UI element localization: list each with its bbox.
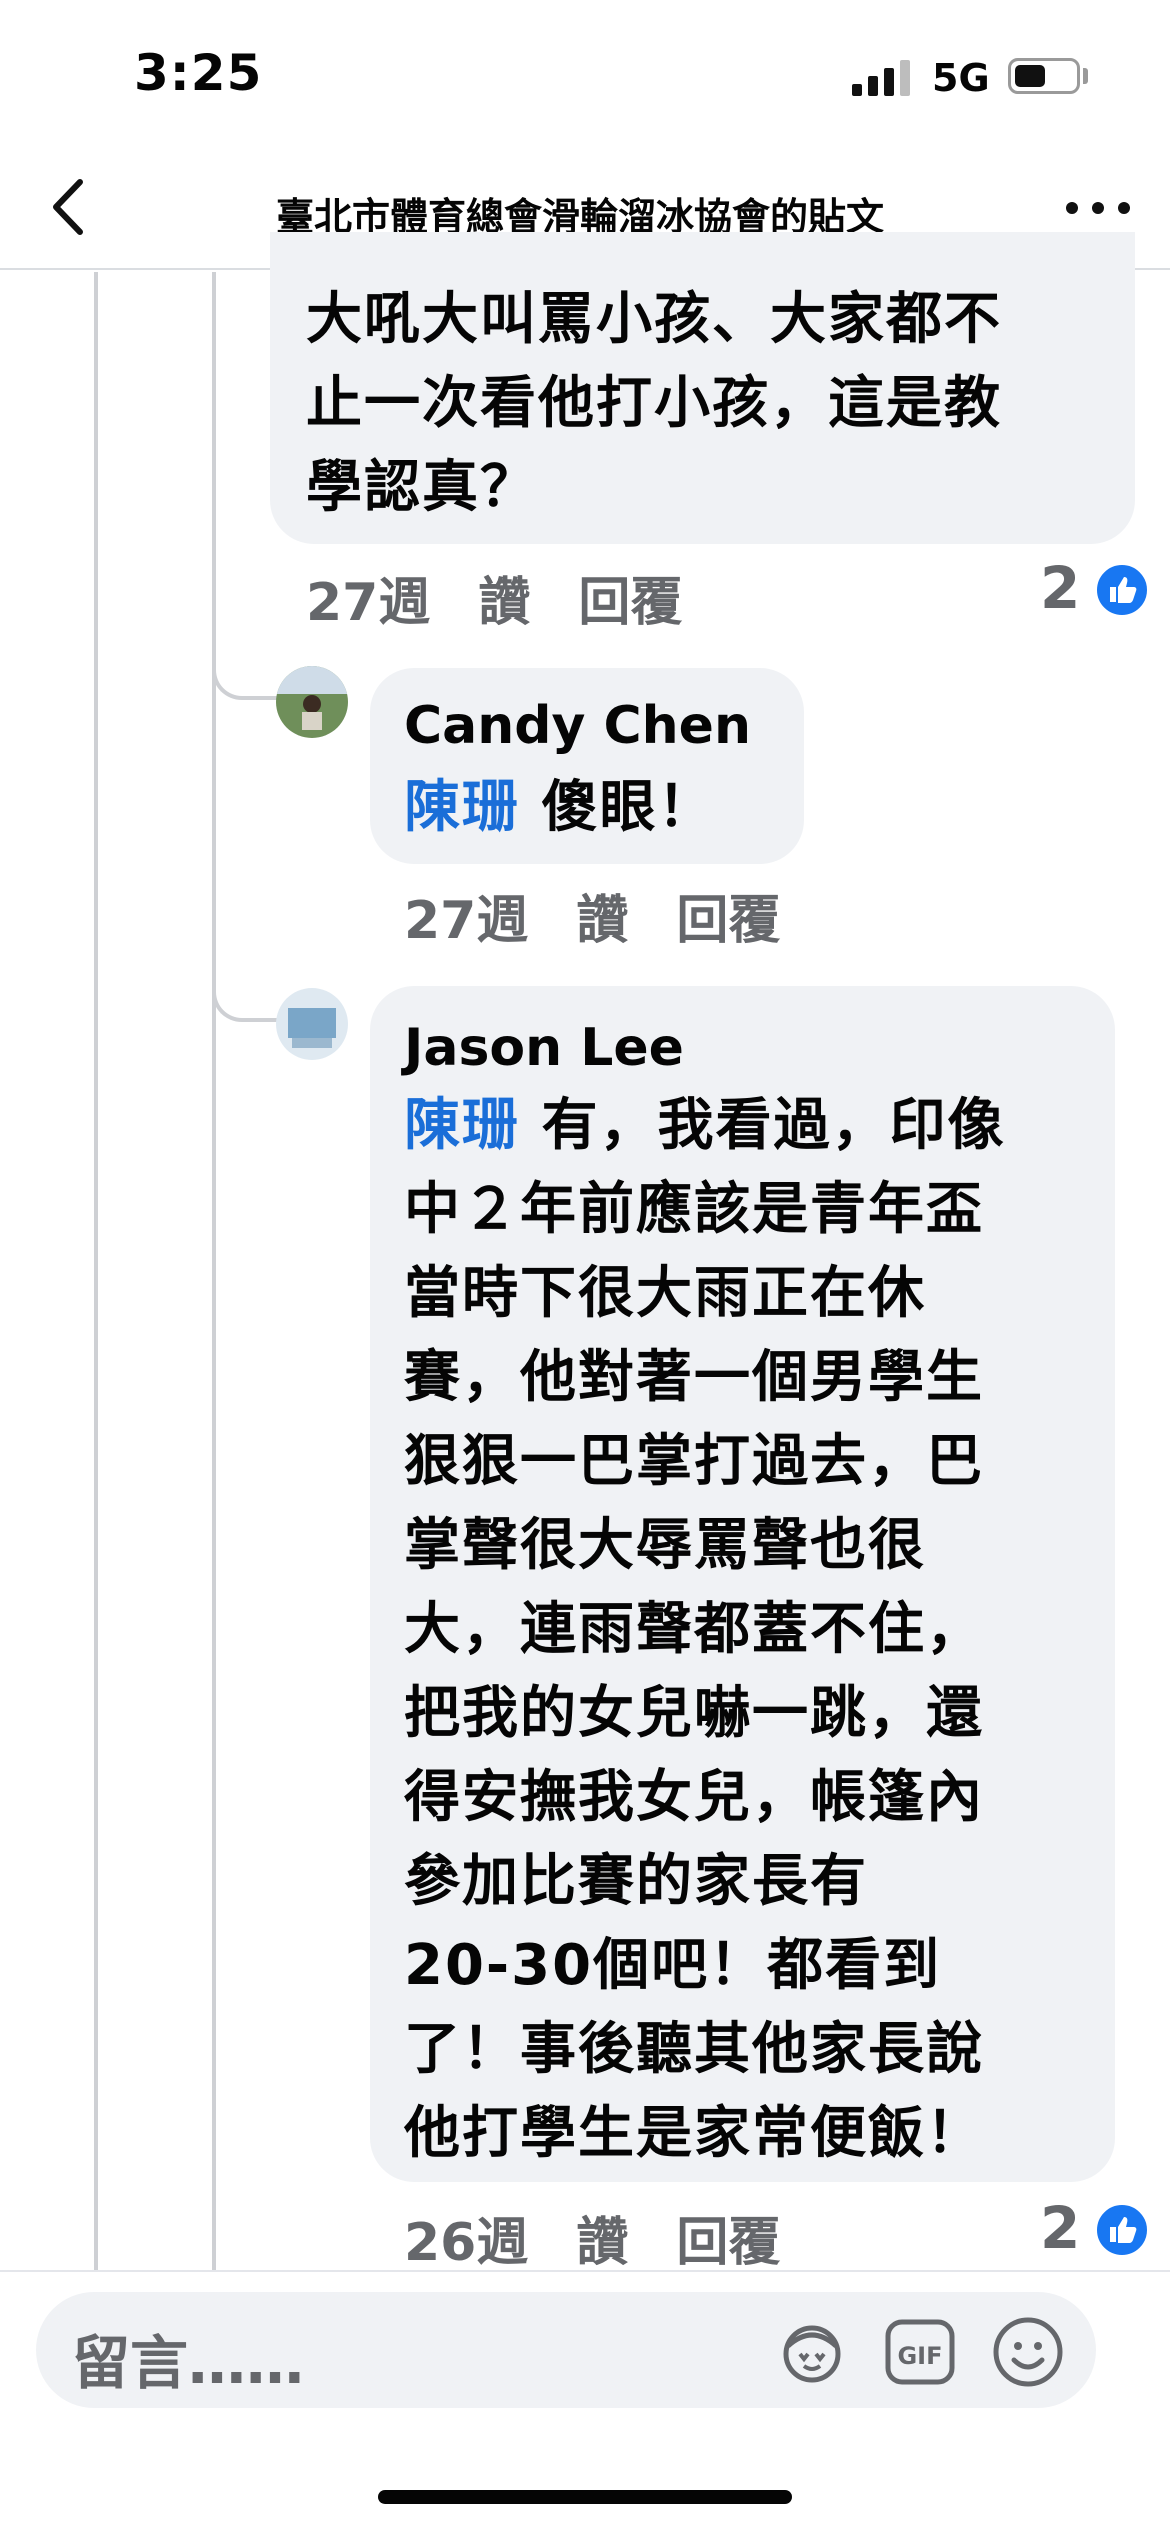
mention-link[interactable]: 陳珊 bbox=[404, 775, 520, 840]
signal-icon bbox=[852, 60, 914, 96]
reaction-count: 2 bbox=[1040, 2194, 1081, 2262]
reply-link[interactable]: 回覆 bbox=[676, 891, 780, 951]
comment-time: 27週 bbox=[404, 891, 529, 951]
avatar-sticker-button[interactable] bbox=[776, 2316, 848, 2388]
comment-meta: 27週讚回覆 bbox=[404, 878, 828, 953]
gif-icon: GIF bbox=[885, 2319, 955, 2385]
mention-link[interactable]: 陳珊 bbox=[404, 1093, 520, 1158]
like-link[interactable]: 讚 bbox=[576, 2213, 628, 2273]
reaction-count: 2 bbox=[1040, 554, 1081, 622]
emoji-button[interactable] bbox=[990, 2314, 1066, 2390]
thread-line-outer bbox=[94, 272, 98, 2270]
like-link[interactable]: 讚 bbox=[478, 573, 530, 633]
status-time: 3:25 bbox=[134, 44, 263, 102]
comment-meta: 26週讚回覆 bbox=[404, 2200, 828, 2275]
avatar-sticker-icon bbox=[783, 2325, 841, 2383]
comment-author[interactable]: Candy Chen bbox=[404, 696, 751, 756]
battery-icon bbox=[1008, 58, 1080, 94]
comment-text: 陳珊 有，我看過，印像 中２年前應該是青年盃 當時下很大雨正在休 賽，他對著一個… bbox=[404, 1093, 1006, 2166]
emoji-icon bbox=[993, 2317, 1063, 2387]
thread-branch bbox=[212, 980, 282, 1022]
reply-link[interactable]: 回覆 bbox=[676, 2213, 780, 2273]
like-icon bbox=[1094, 2202, 1150, 2258]
thread-branch bbox=[212, 658, 282, 700]
battery-tip bbox=[1083, 68, 1088, 84]
svg-text:GIF: GIF bbox=[897, 2342, 942, 2370]
comment-time: 26週 bbox=[404, 2213, 529, 2273]
like-link[interactable]: 讚 bbox=[576, 891, 628, 951]
comment-text: 陳珊 傻眼！ bbox=[404, 775, 716, 840]
more-button[interactable] bbox=[1062, 196, 1136, 220]
home-indicator bbox=[378, 2490, 792, 2504]
network-type: 5G bbox=[932, 56, 990, 100]
comment-author[interactable]: Jason Lee bbox=[404, 1018, 684, 1078]
back-icon bbox=[53, 179, 83, 235]
like-icon bbox=[1094, 562, 1150, 618]
back-button[interactable] bbox=[42, 172, 102, 242]
comment-meta: 27週讚回覆 bbox=[306, 560, 730, 635]
thread-line-inner bbox=[212, 272, 216, 2270]
comment-placeholder: 留言…… bbox=[72, 2329, 305, 2397]
avatar[interactable] bbox=[276, 666, 348, 738]
comment-time: 27週 bbox=[306, 573, 431, 633]
avatar[interactable] bbox=[276, 988, 348, 1060]
gif-button[interactable]: GIF bbox=[884, 2318, 956, 2386]
reply-link[interactable]: 回覆 bbox=[578, 573, 682, 633]
comment-text: 大吼大叫罵小孩、大家都不 止一次看他打小孩，這是教 學認真？ bbox=[306, 287, 1002, 520]
